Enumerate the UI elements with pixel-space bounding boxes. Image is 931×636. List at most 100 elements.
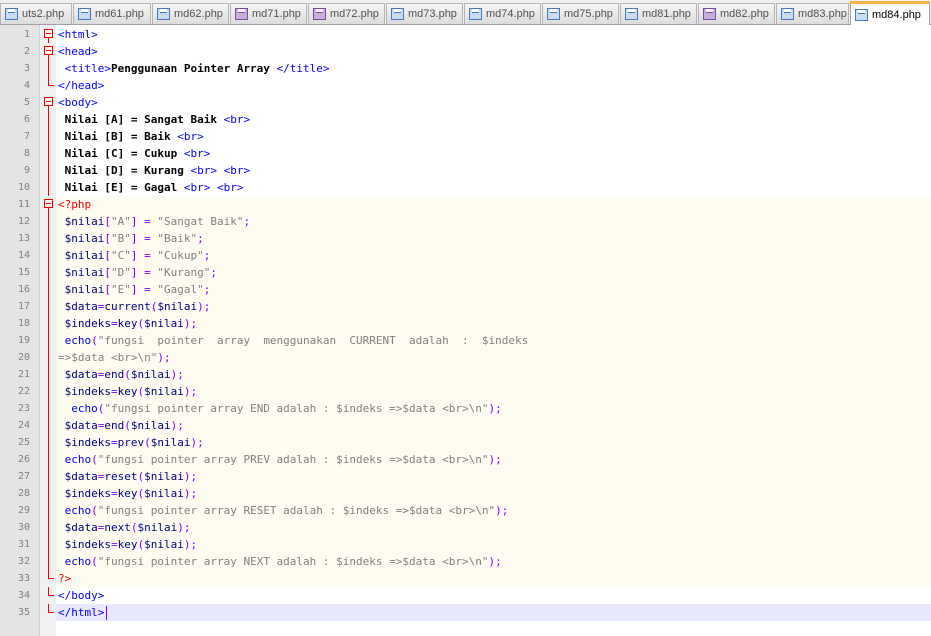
fold-guide-line — [44, 400, 54, 417]
code-line[interactable]: Nilai [B] = Baik <br> — [56, 128, 931, 145]
code-line[interactable]: </head> — [56, 77, 931, 94]
fold-guide-line — [44, 145, 54, 162]
line-number: 23 — [17, 403, 30, 414]
code-line[interactable]: $nilai["A"] = "Sangat Baik"; — [56, 213, 931, 230]
fold-guide-line — [44, 213, 54, 230]
fold-collapse-icon[interactable] — [44, 43, 54, 60]
code-line[interactable]: <?php — [56, 196, 931, 213]
line-number: 9 — [23, 165, 30, 176]
tab-md75[interactable]: md75.php — [542, 3, 619, 24]
code-line[interactable]: Nilai [C] = Cukup <br> — [56, 145, 931, 162]
line-number: 25 — [17, 437, 30, 448]
code-line[interactable]: $data=next($nilai); — [56, 519, 931, 536]
fold-guide-line — [44, 485, 54, 502]
line-number: 27 — [17, 471, 30, 482]
code-line[interactable]: $indeks=key($nilai); — [56, 383, 931, 400]
line-number: 7 — [23, 131, 30, 142]
line-number: 24 — [17, 420, 30, 431]
line-number: 16 — [17, 284, 30, 295]
code-line[interactable]: $data=end($nilai); — [56, 417, 931, 434]
fold-collapse-icon[interactable] — [44, 196, 54, 213]
tab-md84[interactable]: md84.php — [850, 1, 930, 25]
code-line[interactable]: $data=current($nilai); — [56, 298, 931, 315]
code-line[interactable]: Nilai [A] = Sangat Baik <br> — [56, 111, 931, 128]
fold-end-marker — [44, 570, 54, 587]
tab-label: md84.php — [872, 8, 921, 21]
tab-label: md82.php — [720, 8, 769, 20]
tab-md72[interactable]: md72.php — [308, 3, 385, 24]
fold-margin[interactable] — [40, 25, 56, 636]
tab-label: md71.php — [252, 8, 301, 20]
line-number: 1 — [23, 29, 30, 40]
tab-label: md83.php — [798, 8, 847, 20]
code-line[interactable]: $nilai["E"] = "Gagal"; — [56, 281, 931, 298]
fold-guide-line — [44, 434, 54, 451]
line-number: 30 — [17, 522, 30, 533]
code-line[interactable]: echo("fungsi pointer array RESET adalah … — [56, 502, 931, 519]
code-line[interactable]: echo("fungsi pointer array NEXT adalah :… — [56, 553, 931, 570]
fold-guide-line — [44, 451, 54, 468]
tab-label: md75.php — [564, 8, 613, 20]
fold-collapse-icon[interactable] — [44, 94, 54, 111]
code-line[interactable]: Nilai [D] = Kurang <br> <br> — [56, 162, 931, 179]
code-line[interactable]: <head> — [56, 43, 931, 60]
fold-guide-line — [44, 502, 54, 519]
fold-guide-line — [44, 468, 54, 485]
unsaved-file-icon — [235, 8, 248, 20]
saved-file-icon — [5, 8, 18, 20]
tab-md61[interactable]: md61.php — [73, 3, 151, 24]
fold-guide-line — [44, 230, 54, 247]
code-line[interactable]: </html> — [56, 604, 931, 621]
code-line[interactable]: $indeks=prev($nilai); — [56, 434, 931, 451]
code-line[interactable]: </body> — [56, 587, 931, 604]
line-number: 3 — [23, 63, 30, 74]
saved-file-icon — [855, 8, 868, 21]
code-line[interactable]: ?> — [56, 570, 931, 587]
code-line[interactable]: echo("fungsi pointer array PREV adalah :… — [56, 451, 931, 468]
code-line[interactable]: $data=reset($nilai); — [56, 468, 931, 485]
code-line[interactable]: $indeks=key($nilai); — [56, 315, 931, 332]
fold-guide-line — [44, 417, 54, 434]
line-number: 26 — [17, 454, 30, 465]
line-number: 18 — [17, 318, 30, 329]
fold-guide-line — [44, 281, 54, 298]
code-line[interactable]: <title>Penggunaan Pointer Array </title> — [56, 60, 931, 77]
saved-file-icon — [781, 8, 794, 20]
tab-uts2[interactable]: uts2.php — [0, 3, 72, 24]
code-line[interactable]: $nilai["C"] = "Cukup"; — [56, 247, 931, 264]
line-number: 34 — [17, 590, 30, 601]
tab-md81[interactable]: md81.php — [620, 3, 697, 24]
code-line[interactable]: $indeks=key($nilai); — [56, 485, 931, 502]
code-line[interactable]: $nilai["D"] = "Kurang"; — [56, 264, 931, 281]
tab-label: md61.php — [95, 8, 144, 20]
fold-collapse-icon[interactable] — [44, 26, 54, 43]
unsaved-file-icon — [313, 8, 326, 20]
tab-md83[interactable]: md83.php — [776, 3, 849, 24]
code-line[interactable]: $data=end($nilai); — [56, 366, 931, 383]
fold-guide-line — [44, 349, 54, 366]
code-line[interactable]: Nilai [E] = Gagal <br> <br> — [56, 179, 931, 196]
code-line[interactable]: echo("fungsi pointer array menggunakan C… — [56, 332, 931, 349]
tab-md62[interactable]: md62.php — [152, 3, 229, 24]
tab-md73[interactable]: md73.php — [386, 3, 463, 24]
code-line[interactable]: <html> — [56, 26, 931, 43]
code-editor[interactable]: 1 2 3 4 5 6 7 8 9 10 11 12 13 14 15 16 17 18 19 20 21 22 23 24 2… — [0, 25, 931, 636]
saved-file-icon — [391, 8, 404, 20]
line-number: 11 — [17, 199, 30, 210]
fold-guide-line — [44, 315, 54, 332]
line-number: 22 — [17, 386, 30, 397]
code-line[interactable]: <body> — [56, 94, 931, 111]
tab-md74[interactable]: md74.php — [464, 3, 541, 24]
code-line[interactable]: echo("fungsi pointer array END adalah : … — [56, 400, 931, 417]
saved-file-icon — [78, 8, 91, 20]
code-line[interactable]: =>$data <br>\n"); — [56, 349, 931, 366]
line-number: 17 — [17, 301, 30, 312]
saved-file-icon — [547, 8, 560, 20]
tab-md71[interactable]: md71.php — [230, 3, 307, 24]
code-line[interactable]: $nilai["B"] = "Baik"; — [56, 230, 931, 247]
line-number: 13 — [17, 233, 30, 244]
fold-guide-line — [44, 553, 54, 570]
code-line[interactable]: $indeks=key($nilai); — [56, 536, 931, 553]
line-number: 2 — [23, 46, 30, 57]
tab-md82[interactable]: md82.php — [698, 3, 775, 24]
